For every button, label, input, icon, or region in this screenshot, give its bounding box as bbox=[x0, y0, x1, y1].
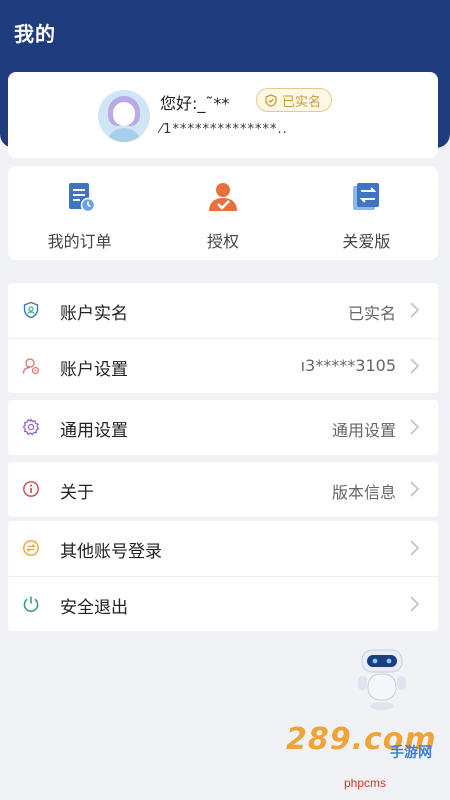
menu-group-about: 关于 版本信息 bbox=[8, 462, 438, 517]
watermark-text: phpcms bbox=[344, 776, 387, 790]
page-title: 我的 bbox=[14, 22, 56, 46]
menu-item-value: 已实名 bbox=[347, 304, 396, 323]
switch-account-icon bbox=[23, 540, 39, 556]
watermark-subtitle: 手游网 bbox=[390, 745, 432, 761]
menu-group-account: 账户实名 已实名 账户设置 ı3*****3105 bbox=[8, 283, 438, 393]
chevron-right-icon bbox=[410, 358, 420, 374]
menu-item-label: 安全退出 bbox=[60, 598, 128, 618]
power-icon bbox=[23, 596, 39, 612]
info-icon bbox=[23, 481, 39, 497]
quick-action-label: 授权 bbox=[206, 232, 239, 251]
menu-item-account-settings[interactable]: 账户设置 ı3*****3105 bbox=[8, 338, 438, 393]
menu-item-label: 账户设置 bbox=[60, 360, 128, 380]
quick-action-care-version[interactable]: 关爱版 bbox=[295, 166, 438, 260]
verified-badge: 已实名 bbox=[256, 88, 333, 112]
quick-actions-card: 我的订单 授权 关爱版 bbox=[8, 166, 438, 260]
shield-check-icon bbox=[265, 93, 277, 107]
menu-item-value: 通用设置 bbox=[331, 421, 396, 440]
chevron-right-icon bbox=[410, 540, 420, 556]
menu-item-general-settings[interactable]: 通用设置 通用设置 bbox=[8, 400, 438, 455]
order-list-icon bbox=[68, 183, 95, 213]
greeting-text: 您好:_˜** bbox=[160, 94, 230, 113]
menu-item-about[interactable]: 关于 版本信息 bbox=[8, 462, 438, 517]
quick-action-label: 关爱版 bbox=[342, 232, 391, 251]
quick-action-authorize[interactable]: 授权 bbox=[151, 166, 294, 260]
chevron-right-icon bbox=[410, 596, 420, 612]
menu-item-label: 账户实名 bbox=[60, 304, 128, 324]
menu-item-logout[interactable]: 安全退出 bbox=[8, 576, 438, 631]
gear-icon bbox=[22, 418, 40, 436]
authorize-icon bbox=[208, 183, 237, 211]
profile-card[interactable]: 您好:_˜** 已实名 ⁄1**************.. bbox=[8, 72, 438, 158]
menu-item-value: ı3*****3105 bbox=[300, 356, 396, 375]
menu-item-switch-account[interactable]: 其他账号登录 bbox=[8, 521, 438, 576]
shield-id-icon bbox=[23, 301, 39, 319]
masked-phone-number: ⁄1**************.. bbox=[160, 122, 288, 137]
user-settings-icon bbox=[22, 358, 40, 375]
quick-action-my-orders[interactable]: 我的订单 bbox=[8, 166, 151, 260]
menu-item-account-realname[interactable]: 账户实名 已实名 bbox=[8, 283, 438, 338]
menu-item-label: 通用设置 bbox=[60, 421, 128, 441]
quick-action-label: 我的订单 bbox=[47, 232, 112, 251]
chevron-right-icon bbox=[410, 419, 420, 435]
verified-badge-label: 已实名 bbox=[282, 94, 322, 110]
chevron-right-icon bbox=[410, 481, 420, 497]
menu-item-label: 其他账号登录 bbox=[60, 542, 162, 562]
chevron-right-icon bbox=[410, 302, 420, 318]
menu-group-session: 其他账号登录 安全退出 bbox=[8, 521, 438, 631]
menu-item-value: 版本信息 bbox=[331, 483, 396, 502]
menu-item-label: 关于 bbox=[60, 483, 94, 503]
menu-group-general: 通用设置 通用设置 bbox=[8, 400, 438, 455]
care-version-icon bbox=[353, 183, 380, 210]
avatar[interactable] bbox=[98, 90, 150, 142]
robot-mascot-icon bbox=[358, 649, 406, 710]
